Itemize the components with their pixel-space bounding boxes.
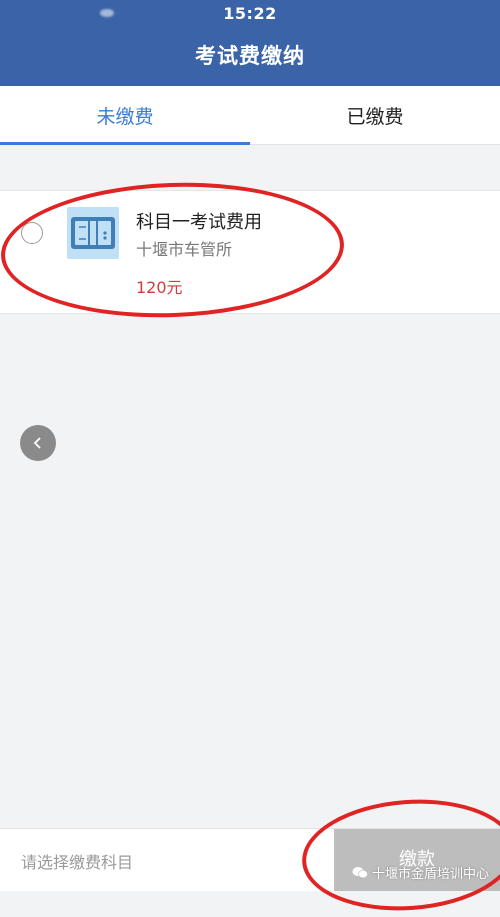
tab-paid[interactable]: 已缴费 — [250, 86, 500, 144]
fee-title: 科目一考试费用 — [136, 212, 262, 233]
fee-amount: 120元 — [136, 278, 183, 297]
tab-unpaid[interactable]: 未缴费 — [0, 86, 250, 145]
status-time: 15:22 — [223, 4, 277, 23]
page-title: 考试费缴纳 — [195, 44, 305, 68]
fee-organization: 十堰市车管所 — [136, 240, 233, 259]
app-header: 15:22 考试费缴纳 — [0, 0, 500, 86]
back-button[interactable] — [20, 425, 56, 461]
watermark-text: 十堰市金盾培训中心 — [372, 867, 490, 882]
document-icon — [67, 207, 119, 259]
selection-hint: 请选择缴费科目 — [21, 853, 134, 872]
tab-bar: 未缴费 已缴费 — [0, 86, 500, 145]
fee-select-radio[interactable] — [21, 222, 43, 244]
watermark: 十堰市金盾培训中心 — [352, 863, 489, 882]
chevron-left-icon — [33, 437, 41, 449]
wechat-icon — [352, 867, 368, 879]
